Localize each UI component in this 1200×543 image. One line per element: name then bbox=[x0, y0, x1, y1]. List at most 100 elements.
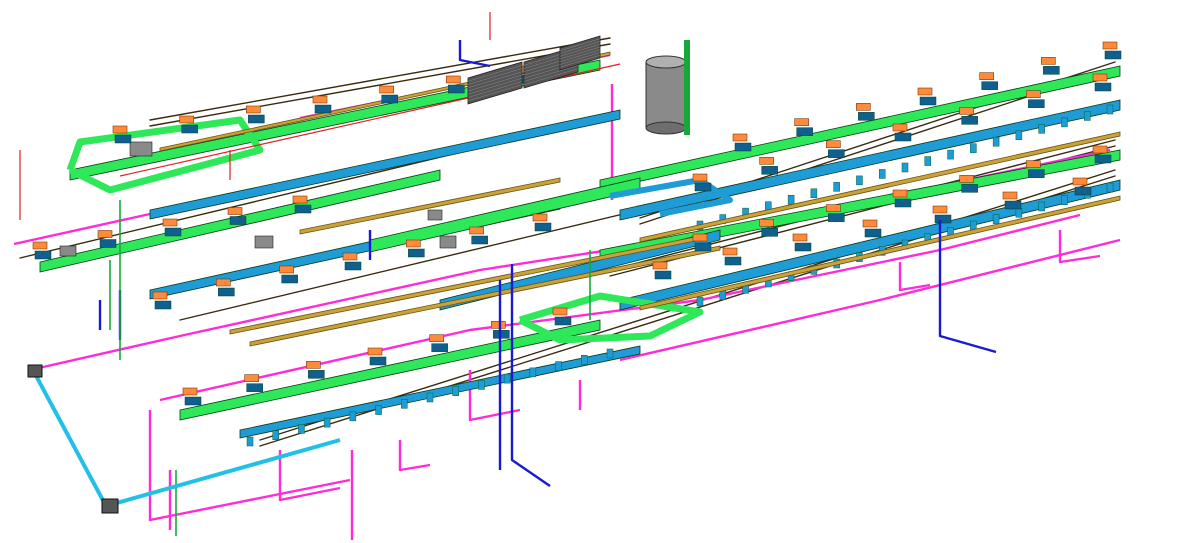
terminal-box bbox=[97, 230, 113, 238]
equipment-block bbox=[254, 235, 274, 249]
terminal-box bbox=[312, 95, 328, 104]
diffuser bbox=[970, 220, 977, 231]
terminal-box bbox=[152, 291, 168, 300]
terminal-box bbox=[692, 233, 708, 242]
vav-box bbox=[694, 242, 712, 252]
diffuser bbox=[272, 430, 279, 440]
vav-box bbox=[408, 248, 425, 258]
terminal-box bbox=[162, 218, 178, 227]
diffuser bbox=[1038, 201, 1045, 212]
terminal-box bbox=[342, 252, 358, 261]
vav-box bbox=[294, 204, 312, 214]
vav-box bbox=[369, 356, 387, 366]
terminal-box bbox=[792, 233, 808, 242]
vav-box bbox=[961, 184, 978, 193]
diffuser bbox=[856, 175, 863, 186]
diffuser bbox=[992, 136, 1000, 147]
vav-box bbox=[894, 132, 912, 142]
terminal-box bbox=[794, 118, 809, 126]
diffuser bbox=[401, 399, 408, 409]
diffuser bbox=[478, 380, 485, 390]
terminal-box bbox=[246, 105, 261, 114]
diffuser bbox=[719, 290, 727, 300]
vav-box bbox=[344, 261, 362, 271]
terminal-box bbox=[179, 115, 194, 124]
terminal-box bbox=[379, 85, 394, 94]
vav-box bbox=[934, 214, 952, 224]
terminal-box bbox=[1002, 191, 1018, 200]
vav-box bbox=[694, 182, 712, 192]
equipment-block bbox=[129, 141, 153, 157]
mep-model-view bbox=[0, 0, 1200, 543]
diffuser bbox=[1038, 124, 1045, 134]
terminal-box bbox=[1092, 145, 1108, 154]
terminal-box bbox=[469, 226, 484, 235]
vav-box bbox=[1028, 169, 1045, 178]
vav-box bbox=[154, 300, 172, 310]
diffuser bbox=[810, 188, 818, 199]
terminal-box bbox=[532, 213, 548, 222]
diffuser bbox=[947, 149, 954, 160]
vav-box bbox=[724, 256, 742, 266]
diffuser bbox=[1083, 111, 1091, 121]
storage-tank-bottom bbox=[645, 121, 687, 135]
terminal-box bbox=[244, 374, 259, 382]
terminal-box bbox=[917, 87, 933, 96]
terminal-box bbox=[856, 103, 871, 111]
storage-tank-body bbox=[645, 61, 687, 129]
terminal-box bbox=[446, 75, 461, 84]
diffuser bbox=[503, 373, 511, 384]
vav-box bbox=[99, 239, 117, 248]
vav-box bbox=[229, 216, 247, 225]
diffuser bbox=[901, 162, 909, 173]
terminal-box bbox=[32, 241, 48, 250]
vav-box bbox=[734, 142, 752, 152]
diffuser bbox=[1015, 208, 1023, 218]
vav-box bbox=[114, 134, 132, 144]
vav-box bbox=[894, 198, 912, 208]
vav-box bbox=[218, 287, 235, 297]
vav-box bbox=[1104, 50, 1122, 60]
equipment-block bbox=[59, 245, 77, 257]
diffuser bbox=[833, 182, 840, 192]
diffuser bbox=[878, 169, 886, 179]
terminal-box bbox=[722, 247, 738, 256]
terminal-box bbox=[759, 157, 774, 165]
diffuser bbox=[246, 436, 254, 447]
vav-box bbox=[1074, 186, 1092, 196]
vav-box bbox=[164, 227, 182, 237]
vav-box bbox=[1094, 154, 1112, 164]
terminal-box bbox=[216, 278, 231, 287]
diffuser bbox=[298, 424, 305, 434]
diffuser bbox=[323, 417, 331, 428]
diffuser bbox=[1106, 104, 1114, 115]
vav-box bbox=[1028, 99, 1045, 108]
terminal-box bbox=[552, 307, 568, 316]
terminal-box bbox=[826, 204, 841, 212]
diffuser bbox=[581, 355, 588, 365]
vav-box bbox=[184, 396, 202, 406]
diffuser bbox=[426, 392, 434, 403]
diffuser bbox=[1061, 117, 1068, 128]
terminal-box bbox=[732, 133, 748, 142]
terminal-box bbox=[1026, 160, 1041, 168]
equipment-block bbox=[427, 209, 443, 221]
vav-box bbox=[1004, 200, 1022, 210]
storage-tank-riser bbox=[684, 40, 690, 135]
vav-box bbox=[794, 242, 812, 252]
terminal-box bbox=[491, 321, 506, 329]
terminal-box bbox=[892, 189, 908, 198]
terminal-box bbox=[1092, 73, 1108, 82]
vav-box bbox=[796, 127, 813, 136]
mep-model-svg bbox=[0, 0, 1200, 543]
vav-box bbox=[864, 228, 882, 238]
terminal-box bbox=[959, 175, 974, 183]
vav-box bbox=[554, 316, 572, 326]
vav-box bbox=[493, 330, 510, 339]
vav-box bbox=[828, 149, 845, 158]
diffuser bbox=[375, 405, 382, 415]
diffuser bbox=[970, 143, 977, 153]
terminal-box bbox=[652, 261, 668, 270]
storage-tank-top bbox=[645, 55, 687, 69]
vav-box bbox=[181, 124, 198, 134]
